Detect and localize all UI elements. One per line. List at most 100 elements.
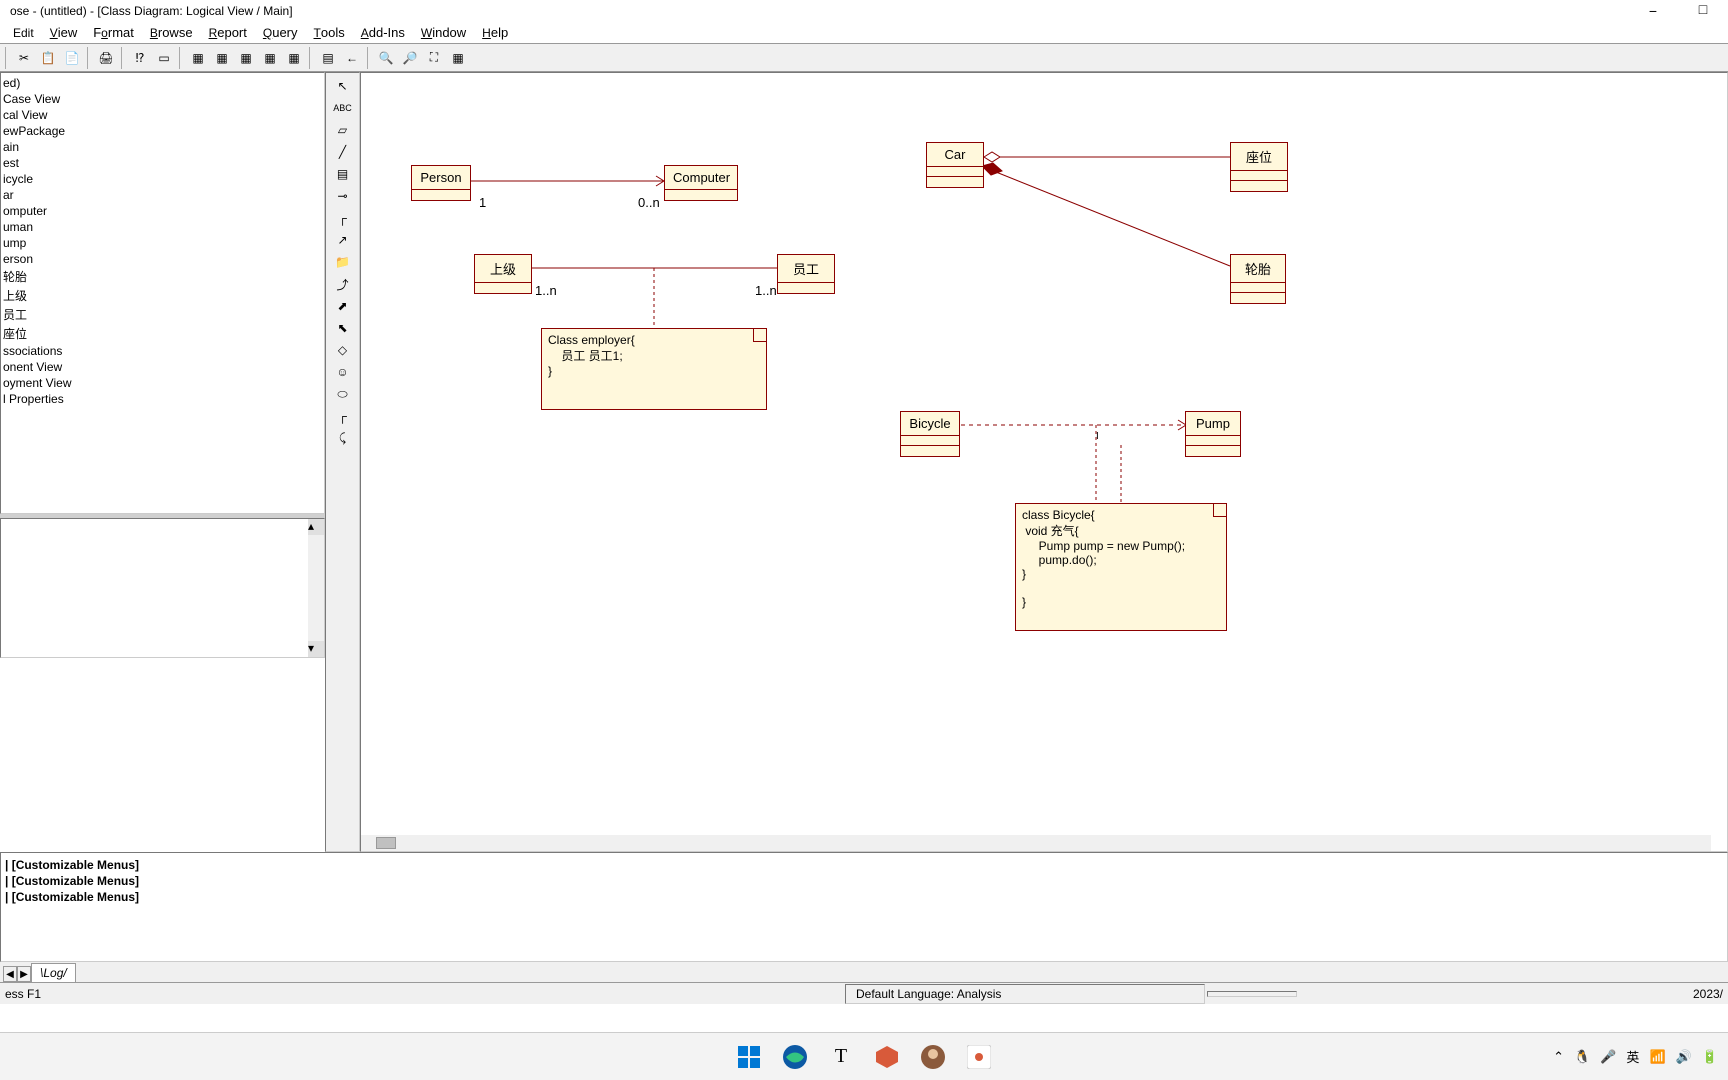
scroll-down-icon[interactable]: ▾: [308, 641, 324, 657]
anchor-tool[interactable]: ╱: [330, 141, 355, 163]
undo-fit-button[interactable]: ▦: [447, 47, 469, 69]
selection-tool[interactable]: ↖: [330, 75, 355, 97]
tree-item[interactable]: uman: [3, 219, 322, 235]
browse-state-button[interactable]: ▦: [283, 47, 305, 69]
app-button-1[interactable]: [868, 1038, 906, 1076]
association-class-tool[interactable]: ┌: [330, 405, 355, 427]
menu-addins[interactable]: Add-Ins: [353, 23, 413, 42]
note-bicycle[interactable]: class Bicycle{ void 充气{ Pump pump = new …: [1015, 503, 1227, 631]
log-tab[interactable]: \Log/: [31, 963, 76, 982]
class-employee[interactable]: 员工: [777, 254, 835, 294]
tree-item[interactable]: ewPackage: [3, 123, 322, 139]
tree-item[interactable]: cal View: [3, 107, 322, 123]
print-button[interactable]: 🖨: [95, 47, 117, 69]
note-employer[interactable]: Class employer{ 员工 员工1; }: [541, 328, 767, 410]
tray-ime-indicator[interactable]: 英: [1626, 1047, 1639, 1066]
paste-button[interactable]: 📄: [61, 47, 83, 69]
menu-window[interactable]: Window: [413, 23, 474, 42]
class-pump[interactable]: Pump: [1185, 411, 1241, 457]
doc-scrollbar[interactable]: ▴ ▾: [308, 519, 324, 657]
class-boss[interactable]: 上级: [474, 254, 532, 294]
realize-tool[interactable]: ⬉: [330, 317, 355, 339]
menu-help[interactable]: Help: [474, 23, 516, 42]
note-tool[interactable]: ▱: [330, 119, 355, 141]
start-button[interactable]: [730, 1038, 768, 1076]
tab-nav-next[interactable]: ▶: [17, 966, 31, 982]
browse-class-button[interactable]: ▦: [187, 47, 209, 69]
text-tool[interactable]: ABC: [330, 97, 355, 119]
tree-item[interactable]: icycle: [3, 171, 322, 187]
aggregate-tool[interactable]: ◇: [330, 339, 355, 361]
unidir-association-tool[interactable]: ↗: [330, 229, 355, 251]
browse-parent-button[interactable]: ▤: [317, 47, 339, 69]
browse-deployment-button[interactable]: ▦: [259, 47, 281, 69]
horizontal-scrollbar[interactable]: [361, 835, 1711, 851]
tray-chevron-icon[interactable]: ⌃: [1553, 1049, 1564, 1065]
zoom-out-button[interactable]: 🔎: [399, 47, 421, 69]
menu-edit[interactable]: Edit: [5, 23, 42, 42]
tray-wifi-icon[interactable]: 📶: [1649, 1049, 1665, 1065]
class-tool[interactable]: ▤: [330, 163, 355, 185]
view-doc-button[interactable]: ▭: [153, 47, 175, 69]
tree-item[interactable]: ump: [3, 235, 322, 251]
tree-item[interactable]: ssociations: [3, 343, 322, 359]
cut-button[interactable]: ✂: [13, 47, 35, 69]
menu-query[interactable]: Query: [255, 23, 306, 42]
scrollbar-thumb[interactable]: [376, 837, 396, 849]
tab-nav-prev[interactable]: ◀: [3, 966, 17, 982]
tree-item[interactable]: omputer: [3, 203, 322, 219]
menu-browse[interactable]: Browse: [142, 23, 201, 42]
browse-usecase-button[interactable]: ▦: [211, 47, 233, 69]
app-button-3[interactable]: [960, 1038, 998, 1076]
tray-battery-icon[interactable]: 🔋: [1702, 1049, 1718, 1065]
tree-item[interactable]: est: [3, 155, 322, 171]
menu-tools[interactable]: Tools: [306, 23, 353, 42]
maximize-button[interactable]: □: [1688, 1, 1718, 17]
tree-item[interactable]: Case View: [3, 91, 322, 107]
tree-item[interactable]: 上级: [3, 286, 322, 305]
back-button[interactable]: ←: [341, 47, 363, 69]
dependency-tool[interactable]: ⤴: [330, 273, 355, 295]
class-computer[interactable]: Computer: [664, 165, 738, 201]
menu-report[interactable]: Report: [201, 23, 255, 42]
class-bicycle[interactable]: Bicycle: [900, 411, 960, 457]
tree-item[interactable]: ain: [3, 139, 322, 155]
diagram-canvas[interactable]: Person Computer 1 0..n Car 座位: [360, 72, 1728, 852]
tree-item[interactable]: ar: [3, 187, 322, 203]
tree-browser[interactable]: ed) Case View cal View ewPackage ain est…: [0, 72, 325, 514]
menu-view[interactable]: View: [42, 23, 86, 42]
copy-button[interactable]: 📋: [37, 47, 59, 69]
tree-item[interactable]: oyment View: [3, 375, 322, 391]
scroll-up-icon[interactable]: ▴: [308, 519, 324, 535]
minimize-button[interactable]: −: [1638, 3, 1668, 19]
app-button-2[interactable]: [914, 1038, 952, 1076]
text-app-button[interactable]: T: [822, 1038, 860, 1076]
help-context-button[interactable]: ⁉: [129, 47, 151, 69]
tray-volume-icon[interactable]: 🔊: [1676, 1049, 1692, 1065]
generalization-tool[interactable]: ⬈: [330, 295, 355, 317]
tree-item[interactable]: 座位: [3, 324, 322, 343]
link-attr-tool[interactable]: ⤹: [330, 427, 355, 449]
association-tool[interactable]: ┌: [330, 207, 355, 229]
tree-item[interactable]: onent View: [3, 359, 322, 375]
actor-tool[interactable]: ☺: [330, 361, 355, 383]
fit-window-button[interactable]: ⛶: [423, 47, 445, 69]
tree-item[interactable]: 轮胎: [3, 267, 322, 286]
class-seat[interactable]: 座位: [1230, 142, 1288, 192]
usecase-tool[interactable]: ⬭: [330, 383, 355, 405]
menu-format[interactable]: Format: [85, 23, 142, 42]
browse-component-button[interactable]: ▦: [235, 47, 257, 69]
tree-item[interactable]: 员工: [3, 305, 322, 324]
tree-item[interactable]: ed): [3, 75, 322, 91]
tray-mic-icon[interactable]: 🎤: [1600, 1049, 1616, 1065]
interface-tool[interactable]: ⊸: [330, 185, 355, 207]
class-person[interactable]: Person: [411, 165, 471, 201]
tree-item[interactable]: l Properties: [3, 391, 322, 407]
documentation-panel[interactable]: ▴ ▾: [0, 518, 325, 658]
class-wheel[interactable]: 轮胎: [1230, 254, 1286, 304]
zoom-in-button[interactable]: 🔍: [375, 47, 397, 69]
tree-item[interactable]: erson: [3, 251, 322, 267]
tray-app-icon[interactable]: 🐧: [1574, 1049, 1590, 1065]
package-tool[interactable]: 📁: [330, 251, 355, 273]
class-car[interactable]: Car: [926, 142, 984, 188]
